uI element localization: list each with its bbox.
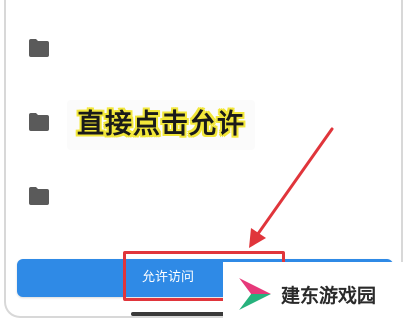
- watermark-text: 建东游戏园: [281, 285, 377, 307]
- watermark: 建东游戏园: [223, 262, 411, 323]
- screenshot-stage: 直接点击允许 允许访问 建东游戏园: [0, 0, 411, 323]
- watermark-logo: [239, 278, 271, 310]
